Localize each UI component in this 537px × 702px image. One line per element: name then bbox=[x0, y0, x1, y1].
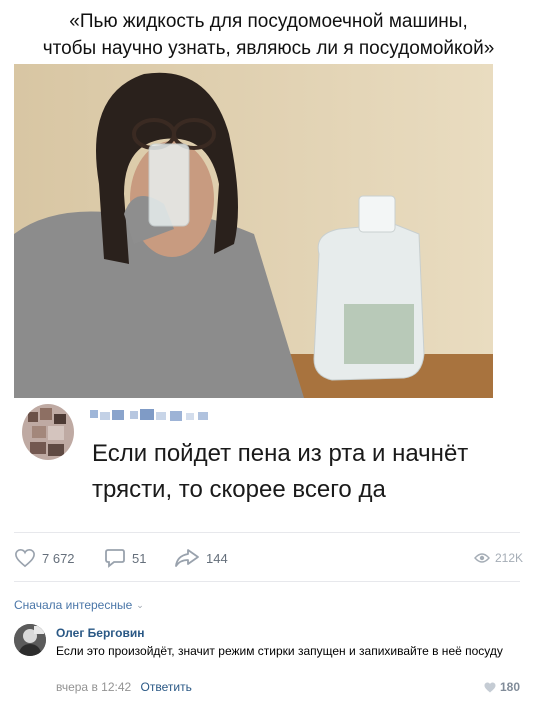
blurred-author-name bbox=[90, 408, 220, 422]
comment-meta: вчера в 12:42 Ответить bbox=[56, 680, 192, 694]
post-actions-bar: 7 672 51 144 212K bbox=[0, 540, 537, 576]
post-caption: «Пью жидкость для посудомоечной машины, … bbox=[10, 8, 527, 62]
comment-author-link[interactable]: Олег Берговин bbox=[56, 626, 144, 640]
comment-count: 51 bbox=[132, 550, 147, 566]
blurred-avatar bbox=[22, 404, 74, 460]
comment-time[interactable]: вчера в 12:42 bbox=[56, 680, 131, 694]
heart-icon bbox=[484, 682, 496, 692]
eye-icon bbox=[474, 553, 490, 563]
divider bbox=[14, 581, 520, 582]
like-count: 7 672 bbox=[42, 550, 75, 566]
views-count: 212K bbox=[494, 551, 523, 565]
comments-sort-dropdown[interactable]: Сначала интересные ⌄ bbox=[14, 598, 144, 612]
reply-button[interactable]: Ответить bbox=[141, 680, 192, 694]
heart-icon bbox=[15, 548, 35, 568]
embedded-comment-card: Если пойдет пена из рта и начнёт трясти,… bbox=[14, 398, 493, 528]
share-button[interactable]: 144 bbox=[174, 546, 228, 570]
caption-line-2: чтобы научно узнать, являюсь ли я посудо… bbox=[42, 38, 495, 59]
comment-text: Если это произойдёт, значит режим стирки… bbox=[56, 644, 503, 658]
views-counter: 212K bbox=[474, 546, 523, 570]
comment-like-count: 180 bbox=[499, 680, 520, 694]
comment-item: Олег Берговин Если это произойдёт, значи… bbox=[14, 624, 524, 698]
comment-button[interactable]: 51 bbox=[104, 546, 146, 570]
caption-line-1: «Пью жидкость для посудомоечной машины, bbox=[69, 11, 468, 32]
share-arrow-icon bbox=[175, 549, 199, 567]
post-photo bbox=[14, 64, 493, 398]
avatar[interactable] bbox=[14, 624, 46, 656]
chevron-down-icon: ⌄ bbox=[136, 599, 144, 610]
embedded-comment-text: Если пойдет пена из рта и начнёт трясти,… bbox=[92, 440, 469, 503]
comment-bubble-icon bbox=[105, 549, 125, 568]
like-button[interactable]: 7 672 bbox=[14, 546, 75, 570]
comment-like-button[interactable]: 180 bbox=[484, 680, 520, 694]
share-count: 144 bbox=[206, 550, 228, 566]
divider bbox=[14, 532, 520, 533]
sort-label: Сначала интересные bbox=[14, 598, 133, 612]
